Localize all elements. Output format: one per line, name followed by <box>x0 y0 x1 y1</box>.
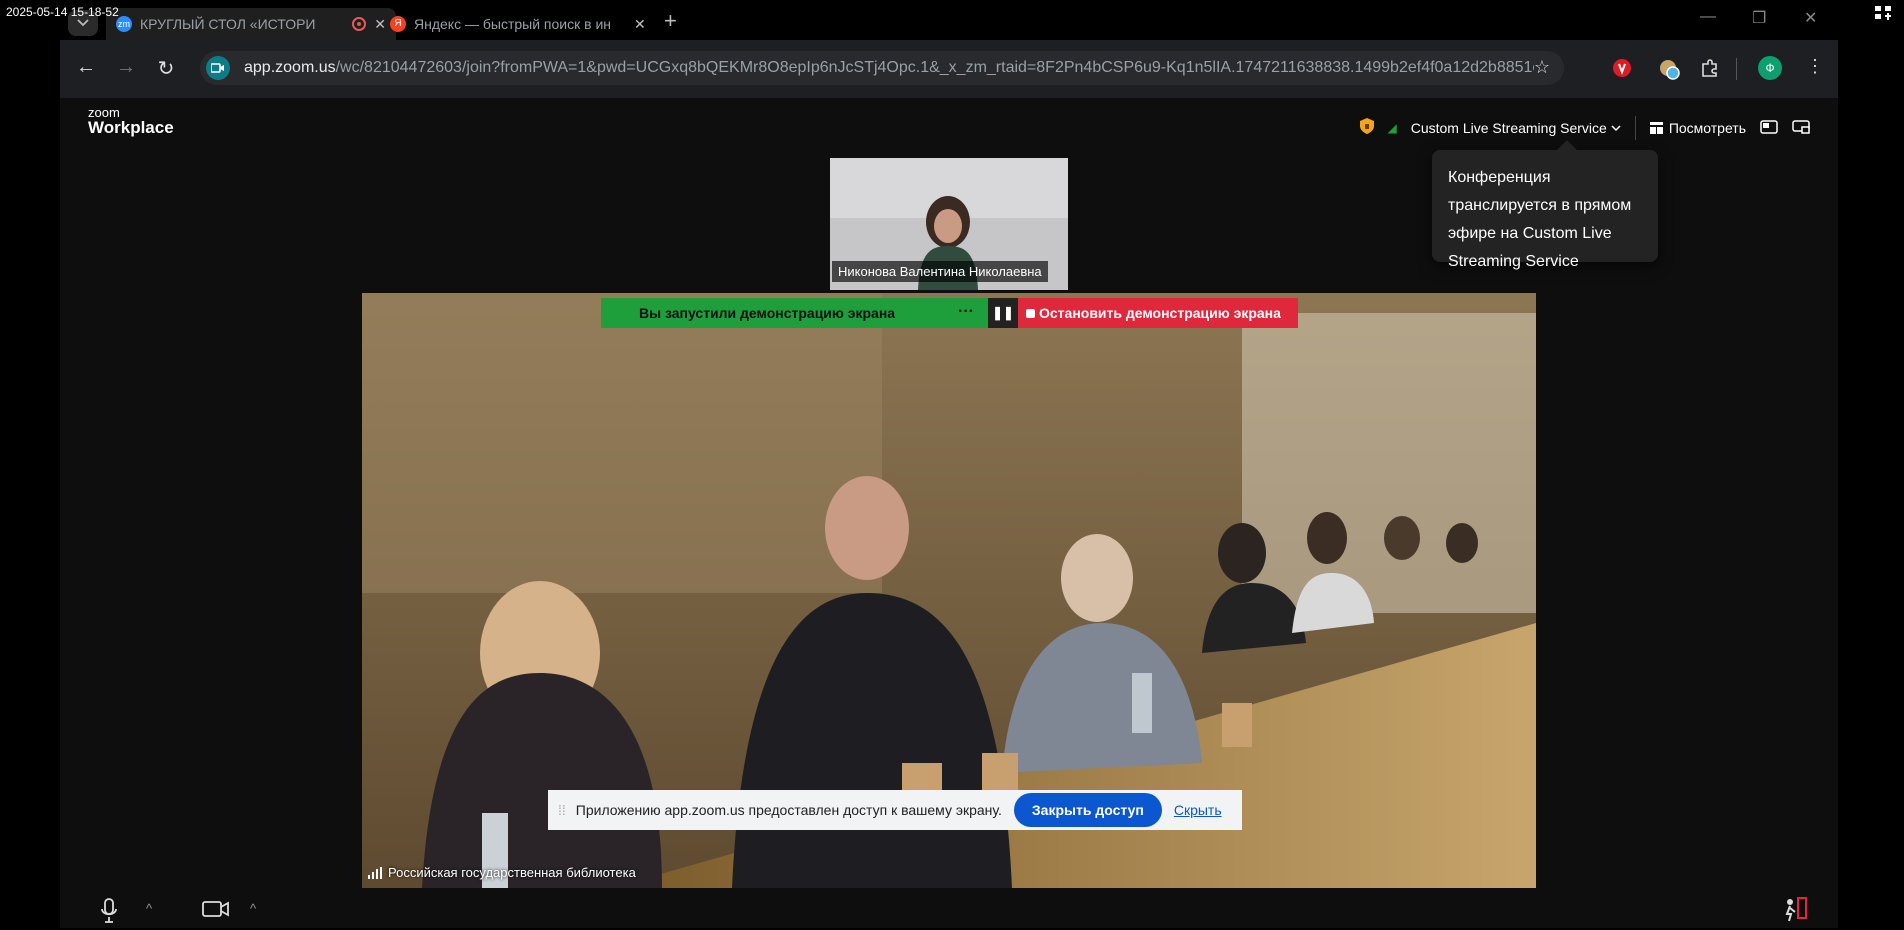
drag-handle-icon[interactable]: ⁞⁞ <box>558 802 566 818</box>
signal-strength-icon <box>368 866 382 879</box>
stop-share-button[interactable]: Остановить демонстрацию экрана <box>1018 298 1298 328</box>
extension-cookie-icon[interactable] <box>1658 58 1680 85</box>
toolbar-divider <box>1736 58 1737 80</box>
minimize-button[interactable]: — <box>1700 8 1716 26</box>
share-status: Вы запустили демонстрацию экрана ··· <box>601 298 988 328</box>
reload-button[interactable]: ↻ <box>152 56 180 81</box>
profile-avatar[interactable]: Ф <box>1758 56 1782 80</box>
screen-recorder-icon[interactable] <box>1874 4 1894 27</box>
tab-title: КРУГЛЫЙ СТОЛ «ИСТОРИ <box>140 16 316 32</box>
site-info-icon[interactable] <box>206 56 230 80</box>
browser-window: zm КРУГЛЫЙ СТОЛ «ИСТОРИ ✕ Я Яндекс — быс… <box>60 0 1838 928</box>
hide-notification-link[interactable]: Скрыть <box>1174 802 1222 818</box>
pause-share-button[interactable]: ❚❚ <box>988 298 1018 328</box>
view-button[interactable]: Посмотреть <box>1649 120 1746 136</box>
participant-thumbnail[interactable]: Никонова Валентина Николаевна <box>830 158 1068 290</box>
stop-sharing-button[interactable]: Закрыть доступ <box>1013 793 1162 827</box>
new-tab-button[interactable]: + <box>664 8 677 34</box>
microphone-icon <box>101 898 117 923</box>
chevron-down-icon <box>1611 125 1621 131</box>
url-text: app.zoom.us/wc/82104472603/join?fromPWA=… <box>244 59 1534 76</box>
extension-red-icon[interactable] <box>1612 58 1632 83</box>
microphone-button[interactable] <box>100 898 118 930</box>
close-tab-icon[interactable]: ✕ <box>634 16 646 33</box>
forward-button[interactable]: → <box>112 56 140 79</box>
stop-square-icon <box>1026 308 1035 318</box>
tab-title: Яндекс — быстрый поиск в ин <box>414 16 611 32</box>
maximize-button[interactable]: ❐ <box>1752 8 1766 28</box>
video-name-label: Российская государственная библиотека <box>368 865 636 880</box>
stop-share-label: Остановить демонстрацию экрана <box>1039 305 1281 321</box>
browser-toolbar: ← → ↻ app.zoom.us/wc/82104472603/join?fr… <box>60 44 1838 94</box>
video-options-caret-icon[interactable]: ^ <box>250 901 256 916</box>
video-camera-icon <box>202 901 229 917</box>
live-streaming-icon: ◢ <box>1387 121 1397 135</box>
live-streaming-label: Custom Live Streaming Service <box>1410 120 1607 136</box>
security-shield-icon[interactable] <box>1359 117 1374 139</box>
video-source-name: Российская государственная библиотека <box>388 865 636 880</box>
address-bar[interactable]: app.zoom.us/wc/82104472603/join?fromPWA=… <box>200 51 1564 85</box>
share-more-options-button[interactable]: ··· <box>958 303 974 321</box>
extensions-puzzle-icon[interactable] <box>1700 58 1720 83</box>
tab-yandex[interactable]: Я Яндекс — быстрый поиск в ин ✕ <box>380 8 708 40</box>
tab-strip: zm КРУГЛЫЙ СТОЛ «ИСТОРИ ✕ Я Яндекс — быс… <box>60 0 1838 40</box>
notification-text: Приложению app.zoom.us предоставлен дост… <box>575 802 1002 818</box>
record-icon <box>352 17 367 31</box>
zoom-workplace-logo: zoom Workplace <box>88 105 174 137</box>
share-status-text: Вы запустили демонстрацию экрана <box>639 305 896 321</box>
screen-share-banner: Вы запустили демонстрацию экрана ··· ❚❚ … <box>601 298 1298 328</box>
bookmark-star-icon[interactable]: ☆ <box>1534 57 1550 78</box>
yandex-favicon-icon: Я <box>390 16 406 32</box>
screen-share-notification: ⁞⁞ Приложению app.zoom.us предоставлен д… <box>548 790 1242 830</box>
recording-timestamp: 2025-05-14 15-18-52 <box>6 5 119 19</box>
browser-menu-icon[interactable]: ⋮ <box>1806 56 1824 77</box>
video-button[interactable] <box>202 898 230 924</box>
grid-view-icon <box>1649 122 1663 134</box>
view-label: Посмотреть <box>1668 120 1746 136</box>
picture-in-picture-icon[interactable] <box>1760 119 1778 137</box>
header-divider <box>1634 116 1636 140</box>
audio-options-caret-icon[interactable]: ^ <box>146 901 152 916</box>
live-streaming-dropdown[interactable]: Custom Live Streaming Service <box>1411 120 1621 136</box>
participant-name-label: Никонова Валентина Николаевна <box>832 261 1048 282</box>
tab-zoom-meeting[interactable]: zm КРУГЛЫЙ СТОЛ «ИСТОРИ ✕ <box>106 8 396 40</box>
live-streaming-tooltip: Конференция транслируется в прямом эфире… <box>1432 150 1658 270</box>
meeting-header-controls: ◢ Custom Live Streaming Service Посмотре… <box>1359 116 1811 140</box>
fullscreen-icon[interactable] <box>1792 119 1810 137</box>
back-button[interactable]: ← <box>72 56 100 79</box>
leave-meeting-icon[interactable] <box>1780 896 1808 928</box>
close-window-button[interactable]: ✕ <box>1804 8 1817 28</box>
